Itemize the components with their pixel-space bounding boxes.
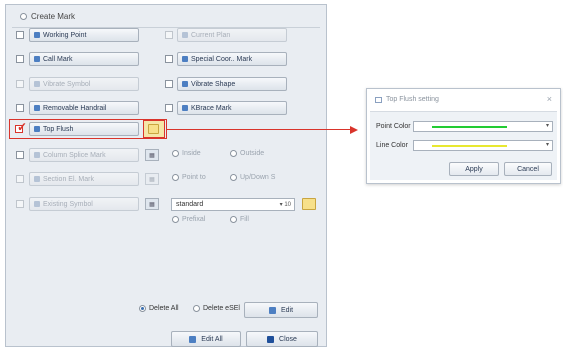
kbrace-mark-button[interactable]: KBrace Mark (177, 101, 287, 115)
edit-button[interactable]: Edit (244, 302, 318, 318)
vibrate-shape-button[interactable]: Vibrate Shape (177, 77, 287, 91)
symbol-style-value: standard (176, 201, 204, 208)
section-elevation-checkbox[interactable] (16, 175, 24, 183)
existing-symbol-checkbox[interactable] (16, 200, 24, 208)
checkmark-icon: ✓ (17, 120, 28, 134)
existing-symbol-settings-button[interactable]: ▦ (145, 198, 159, 210)
dialog-title-bar: Top Flush setting (375, 96, 439, 103)
up-down-radio[interactable] (230, 174, 237, 181)
removable-handrail-button[interactable]: Removable Handrail (29, 101, 139, 115)
delete-all-radio[interactable] (139, 305, 146, 312)
mark-icon (34, 56, 40, 62)
close-button[interactable]: Close (246, 331, 318, 347)
mark-icon (34, 201, 40, 207)
point-color-select[interactable]: ▾ (413, 121, 553, 132)
mark-icon (34, 105, 40, 111)
grid-icon: ▦ (149, 201, 155, 208)
create-mark-header[interactable]: Create Mark (20, 12, 75, 21)
mark-icon (182, 32, 188, 38)
column-splice-inside-option[interactable]: Inside (172, 150, 201, 157)
mark-icon (34, 81, 40, 87)
callout-arrow-head (350, 126, 358, 134)
inside-radio[interactable] (172, 150, 179, 157)
symbol-style-select[interactable]: standard ▾ 10 (171, 198, 295, 211)
delete-sel-option[interactable]: Delete eSEl (193, 305, 240, 312)
up-down-option[interactable]: Up/Down S (230, 174, 275, 181)
open-folder-icon[interactable] (302, 198, 316, 210)
fill-option[interactable]: Fill (230, 216, 249, 223)
fill-radio[interactable] (230, 216, 237, 223)
mark-icon (34, 176, 40, 182)
special-coord-mark-checkbox[interactable] (165, 55, 173, 63)
apply-button[interactable]: Apply (449, 162, 499, 176)
top-flush-setting-dialog: Top Flush setting × Point Color ▾ Line C… (366, 88, 561, 184)
edit-all-button[interactable]: Edit All (171, 331, 241, 347)
top-flush-button[interactable]: Top Flush (29, 122, 139, 136)
outside-radio[interactable] (230, 150, 237, 157)
column-splice-mark-button[interactable]: Column Splice Mark (29, 148, 139, 162)
point-color-swatch (432, 126, 507, 128)
special-coord-mark-button[interactable]: Special Coor.. Mark (177, 52, 287, 66)
top-flush-checkbox[interactable]: ✓ (15, 121, 27, 133)
top-flush-settings-button[interactable] (143, 120, 165, 138)
current-plan-checkbox[interactable] (165, 31, 173, 39)
grid-icon: ▦ (149, 176, 155, 183)
dialog-body: Point Color ▾ Line Color ▾ Apply Cancel (370, 111, 557, 180)
mark-icon (34, 32, 40, 38)
grid-icon: ▦ (149, 152, 155, 159)
dialog-title: Top Flush setting (386, 96, 439, 103)
column-splice-outside-option[interactable]: Outside (230, 150, 264, 157)
delete-all-option[interactable]: Delete All (139, 305, 179, 312)
mark-icon (182, 81, 188, 87)
folder-icon (148, 124, 159, 134)
window-icon (375, 96, 382, 103)
dropdown-arrow-icon: ▾ (545, 142, 549, 148)
create-mark-title: Create Mark (31, 12, 76, 21)
mark-icon (182, 105, 188, 111)
mark-icon (182, 56, 188, 62)
column-splice-checkbox[interactable] (16, 151, 24, 159)
mark-icon (34, 152, 40, 158)
call-mark-button[interactable]: Call Mark (29, 52, 139, 66)
edit-icon (268, 306, 276, 314)
point-to-option[interactable]: Point to (172, 174, 206, 181)
removable-handrail-checkbox[interactable] (16, 104, 24, 112)
line-color-select[interactable]: ▾ (413, 140, 553, 151)
mark-icon (34, 126, 40, 132)
line-color-label: Line Color (376, 142, 408, 149)
dropdown-arrow-icon: ▾ 10 (279, 202, 291, 208)
working-point-button[interactable]: Working Point (29, 28, 139, 42)
point-to-radio[interactable] (172, 174, 179, 181)
callout-arrow-line (166, 129, 352, 130)
dropdown-arrow-icon: ▾ (545, 123, 549, 129)
edit-all-icon (189, 335, 197, 343)
call-mark-checkbox[interactable] (16, 55, 24, 63)
vibrate-symbol-checkbox[interactable] (16, 80, 24, 88)
current-plan-button[interactable]: Current Plan (177, 28, 287, 42)
close-icon[interactable]: × (547, 94, 552, 104)
working-point-checkbox[interactable] (16, 31, 24, 39)
vibrate-shape-checkbox[interactable] (165, 80, 173, 88)
close-door-icon (267, 335, 275, 343)
cancel-button[interactable]: Cancel (504, 162, 552, 176)
point-color-label: Point Color (376, 123, 411, 130)
prefixal-radio[interactable] (172, 216, 179, 223)
delete-sel-radio[interactable] (193, 305, 200, 312)
prefixal-option[interactable]: Prefixal (172, 216, 205, 223)
kbrace-mark-checkbox[interactable] (165, 104, 173, 112)
existing-symbol-button[interactable]: Existing Symbol (29, 197, 139, 211)
vibrate-symbol-button[interactable]: Vibrate Symbol (29, 77, 139, 91)
section-elevation-button[interactable]: Section El. Mark (29, 172, 139, 186)
line-color-swatch (432, 145, 507, 147)
create-mark-radio[interactable] (20, 13, 27, 20)
section-settings-button[interactable]: ▦ (145, 173, 159, 185)
column-splice-settings-button[interactable]: ▦ (145, 149, 159, 161)
